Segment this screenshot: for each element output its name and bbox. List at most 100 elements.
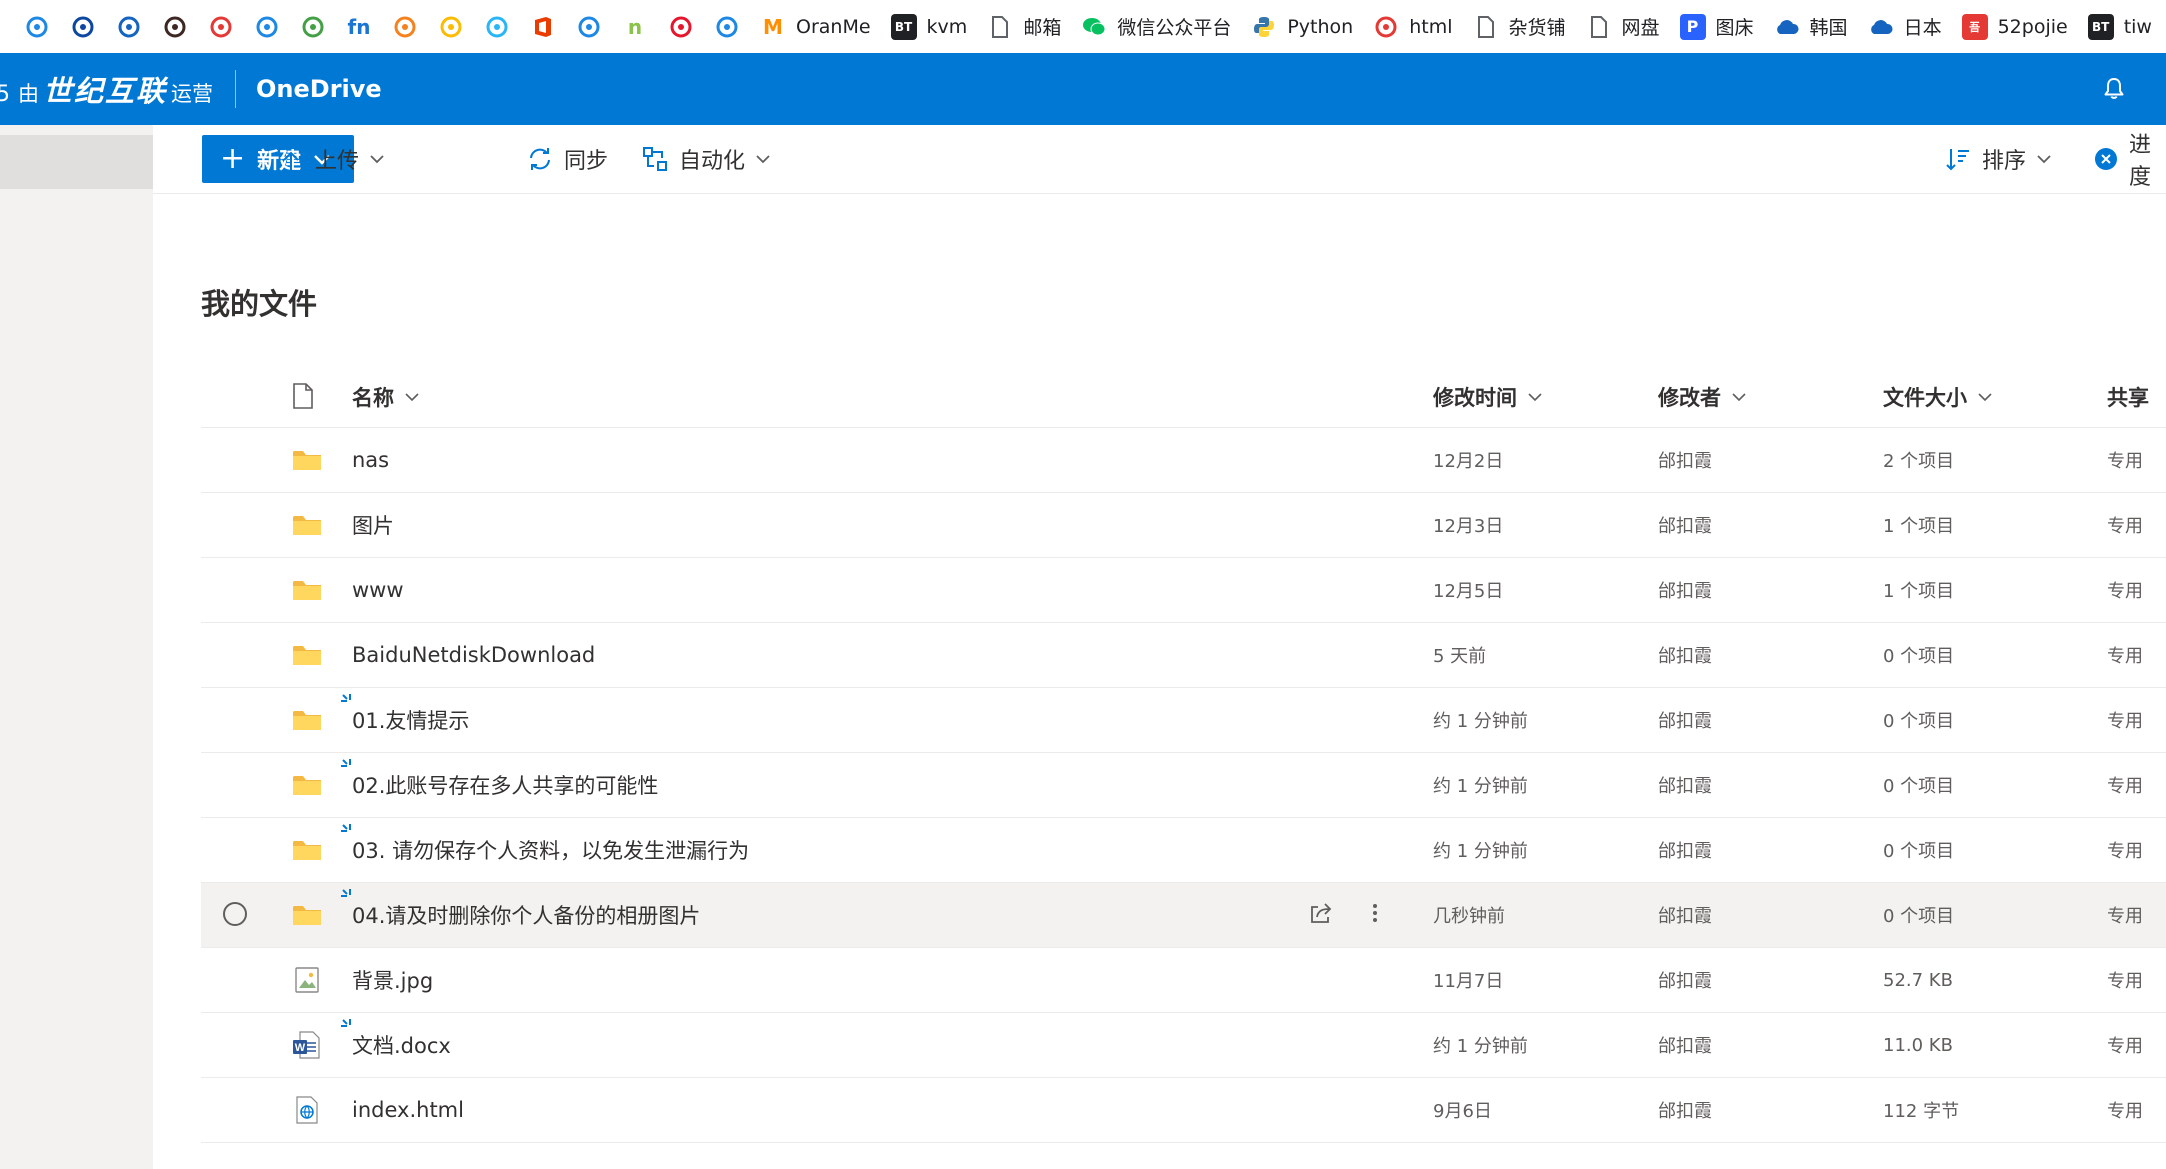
file-row[interactable]: 图片 12月3日 邰扣霞 1 个项目 专用 <box>201 493 2166 558</box>
bookmark-drive[interactable] <box>438 0 464 53</box>
bookmark-stack[interactable] <box>116 0 142 53</box>
chevron-down-icon <box>2037 155 2051 164</box>
chevron-down-icon <box>370 155 384 164</box>
plus-icon: + <box>220 141 246 176</box>
bookmark-52[interactable]: 吾 52pojie <box>1961 0 2068 53</box>
bookmark-label: Python <box>1287 15 1354 38</box>
modified-by: 邰扣霞 <box>1658 776 1712 797</box>
automate-button[interactable]: 自动化 <box>641 135 771 183</box>
bookmark-petals[interactable] <box>300 0 326 53</box>
file-type-icon[interactable] <box>291 382 315 410</box>
file-name-link[interactable]: nas <box>352 428 389 492</box>
file-row[interactable]: 背景.jpg 11月7日 邰扣霞 52.7 KB 专用 <box>201 948 2166 1013</box>
file-size: 0 个项目 <box>1883 906 1955 927</box>
bookmark-shield[interactable]: html <box>1373 0 1453 53</box>
column-header-name[interactable]: 名称 <box>352 367 420 427</box>
p-icon: P <box>1679 13 1706 40</box>
w-icon <box>484 14 510 40</box>
row-select-checkbox[interactable] <box>223 902 247 926</box>
bookmark-page[interactable]: 杂货铺 <box>1473 0 1566 53</box>
upload-button[interactable]: 上传 <box>277 135 385 183</box>
notification-bell-icon[interactable] <box>2100 75 2128 103</box>
left-nav-selected-item[interactable] <box>0 135 153 189</box>
bookmark-ring[interactable] <box>70 0 96 53</box>
bookmark-bt[interactable]: BT kvm <box>890 0 967 53</box>
bookmark-pdf[interactable] <box>208 0 234 53</box>
file-row[interactable]: 01.友情提示 约 1 分钟前 邰扣霞 0 个项目 专用 <box>201 688 2166 753</box>
page-icon <box>987 14 1013 40</box>
column-modified-label: 修改时间 <box>1433 386 1517 410</box>
bookmark-bt[interactable]: BT tiw <box>2087 0 2152 53</box>
bookmark-cloudflare[interactable] <box>392 0 418 53</box>
file-row[interactable]: BaiduNetdiskDownload 5 天前 邰扣霞 0 个项目 专用 <box>201 623 2166 688</box>
bookmark-wechat[interactable]: 微信公众平台 <box>1081 0 1231 53</box>
file-row[interactable]: 02.此账号存在多人共享的可能性 约 1 分钟前 邰扣霞 0 个项目 专用 <box>201 753 2166 818</box>
sharing-status: 专用 <box>2107 646 2143 667</box>
chevron-down-icon <box>405 393 419 402</box>
bookmark-p[interactable]: P 图床 <box>1679 0 1754 53</box>
modified-date: 约 1 分钟前 <box>1433 711 1528 732</box>
file-name-link[interactable]: BaiduNetdiskDownload <box>352 623 595 687</box>
bookmark-page[interactable]: 网盘 <box>1586 0 1660 53</box>
file-name-link[interactable]: 背景.jpg <box>352 948 433 1012</box>
file-name-link[interactable]: 03. 请勿保存个人资料，以免发生泄漏行为 <box>352 818 749 882</box>
sync-button[interactable]: 同步 <box>526 135 608 183</box>
bookmark-fn[interactable]: fn <box>346 0 372 53</box>
bookmark-owl[interactable] <box>162 0 188 53</box>
fn-icon: fn <box>347 14 371 39</box>
suite-header: 5 由 世纪互联 运营 OneDrive <box>0 53 2166 125</box>
bookmark-s-swirl[interactable] <box>24 0 50 53</box>
bookmark-label: 网盘 <box>1621 17 1660 39</box>
bookmark-w[interactable] <box>484 0 510 53</box>
file-name-link[interactable]: www <box>352 558 404 622</box>
bookmark-python[interactable]: Python <box>1251 0 1353 53</box>
column-header-modified-by[interactable]: 修改者 <box>1658 367 1747 427</box>
brand-logo[interactable]: 5 由 世纪互联 运营 <box>0 68 213 110</box>
bookmark-image[interactable] <box>254 0 280 53</box>
file-row[interactable]: W 文档.docx 约 1 分钟前 邰扣霞 11.0 KB 专用 <box>201 1013 2166 1078</box>
bookmark-label: 微信公众平台 <box>1117 17 1232 39</box>
share-icon[interactable] <box>1307 899 1335 927</box>
column-header-size[interactable]: 文件大小 <box>1883 367 1993 427</box>
modified-by: 邰扣霞 <box>1658 1036 1712 1057</box>
file-name-link[interactable]: index.html <box>352 1078 464 1142</box>
bookmark-label: 日本 <box>1903 17 1942 39</box>
column-header-modified[interactable]: 修改时间 <box>1433 367 1543 427</box>
bookmark-chart[interactable] <box>576 0 602 53</box>
file-name-link[interactable]: 04.请及时删除你个人备份的相册图片 <box>352 883 700 947</box>
chevron-down-icon <box>1528 393 1542 402</box>
file-name-link[interactable]: 文档.docx <box>352 1013 451 1077</box>
chevron-down-icon <box>1978 393 1992 402</box>
bookmark-label: 韩国 <box>1809 17 1848 39</box>
app-name[interactable]: OneDrive <box>256 75 382 103</box>
sort-button[interactable]: 排序 <box>1944 135 2052 183</box>
file-row[interactable]: www 12月5日 邰扣霞 1 个项目 专用 <box>201 558 2166 623</box>
bookmark-cloud[interactable]: 日本 <box>1868 0 1942 53</box>
bookmark-n[interactable]: n <box>622 0 648 53</box>
file-name-link[interactable]: 01.友情提示 <box>352 688 469 752</box>
progress-label: 进度 <box>2129 133 2152 190</box>
bookmark-oranme[interactable]: M OranMe <box>760 0 871 53</box>
progress-button[interactable]: 进度 <box>2093 133 2166 190</box>
suite-divider <box>235 70 237 108</box>
file-name-link[interactable]: 02.此账号存在多人共享的可能性 <box>352 753 658 817</box>
modified-date: 约 1 分钟前 <box>1433 776 1528 797</box>
file-row[interactable]: 03. 请勿保存个人资料，以免发生泄漏行为 约 1 分钟前 邰扣霞 0 个项目 专用 <box>201 818 2166 883</box>
file-row[interactable]: index.html 9月6日 邰扣霞 112 字节 专用 <box>201 1078 2166 1143</box>
file-name-link[interactable]: 图片 <box>352 493 394 557</box>
bookmark-weibo[interactable] <box>668 0 694 53</box>
file-row[interactable]: nas 12月2日 邰扣霞 2 个项目 专用 <box>201 428 2166 493</box>
column-header-sharing[interactable]: 共享 <box>2107 367 2149 427</box>
file-size: 0 个项目 <box>1883 776 1955 797</box>
bookmark-cloud[interactable]: 韩国 <box>1774 0 1848 53</box>
bookmark-cloud-outline[interactable] <box>714 0 740 53</box>
sync-icon <box>526 145 554 173</box>
modified-date: 约 1 分钟前 <box>1433 1036 1528 1057</box>
automate-label: 自动化 <box>679 149 746 174</box>
bookmark-office[interactable] <box>530 0 556 53</box>
bookmark-label: 52pojie <box>1997 15 2068 38</box>
brand-by: 由 <box>18 82 39 106</box>
bookmark-page[interactable]: 邮箱 <box>987 0 1061 53</box>
file-row[interactable]: 04.请及时删除你个人备份的相册图片 几秒钟前 邰扣霞 0 个项目 专用 <box>201 883 2166 948</box>
more-options-icon[interactable] <box>1371 899 1379 927</box>
